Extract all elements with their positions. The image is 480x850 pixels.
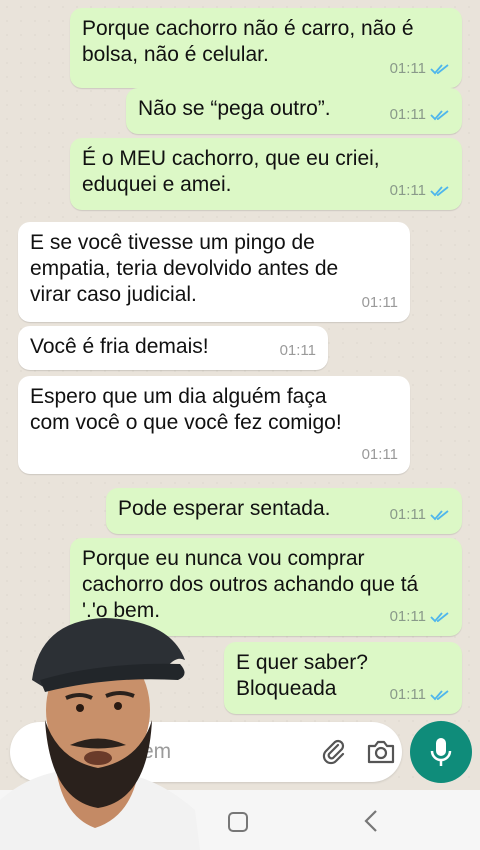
message-text: É o MEU cachorro, que eu criei, eduquei … — [82, 147, 380, 196]
message-bubble-incoming[interactable]: E se você tivesse um pingo de empatia, t… — [18, 222, 410, 322]
message-time: 01:11 — [389, 686, 426, 703]
message-meta: 01:11 — [390, 178, 450, 204]
message-bubble-outgoing[interactable]: Pode esperar sentada. 01:11 — [106, 488, 462, 534]
message-meta: 01:11 — [362, 290, 398, 316]
double-check-icon — [430, 186, 449, 197]
message-meta: 01:11 — [280, 338, 316, 364]
message-time: 01:11 — [389, 182, 426, 199]
double-check-icon — [430, 612, 449, 623]
message-meta: 01:11 — [390, 102, 450, 128]
message-meta: 01:11 — [390, 56, 450, 82]
home-square-icon[interactable] — [228, 812, 248, 832]
double-check-icon — [430, 64, 449, 75]
message-bubble-incoming[interactable]: Espero que um dia alguém faça com você o… — [18, 376, 410, 474]
message-text: E quer saber? Bloqueada — [236, 651, 368, 700]
microphone-icon — [430, 738, 452, 766]
paperclip-icon[interactable] — [320, 738, 348, 766]
microphone-button[interactable] — [410, 721, 472, 783]
message-time: 01:11 — [361, 446, 398, 463]
message-bubble-outgoing[interactable]: É o MEU cachorro, que eu criei, eduquei … — [70, 138, 462, 210]
double-check-icon — [430, 110, 449, 121]
message-text: E se você tivesse um pingo de empatia, t… — [30, 231, 339, 306]
message-time: 01:11 — [389, 106, 426, 123]
message-time: 01:11 — [389, 60, 426, 77]
message-text: Não se “pega outro”. — [138, 97, 331, 120]
message-bubble-outgoing[interactable]: E quer saber? Bloqueada 01:11 — [224, 642, 462, 714]
message-bubble-incoming[interactable]: Você é fria demais! 01:11 — [18, 326, 328, 370]
double-check-icon — [430, 510, 449, 521]
message-time: 01:11 — [389, 608, 426, 625]
back-chevron-icon[interactable] — [360, 808, 384, 834]
message-time: 01:11 — [279, 342, 316, 359]
message-meta: 01:11 — [362, 442, 398, 468]
message-meta: 01:11 — [390, 682, 450, 708]
message-meta: 01:11 — [390, 604, 450, 630]
message-bubble-outgoing[interactable]: Porque cachorro não é carro, não é bolsa… — [70, 8, 462, 88]
message-time: 01:11 — [361, 294, 398, 311]
message-text: Pode esperar sentada. — [118, 497, 331, 520]
camera-icon[interactable] — [366, 738, 396, 766]
message-bubble-outgoing[interactable]: Não se “pega outro”. 01:11 — [126, 88, 462, 134]
message-text: Espero que um dia alguém faça com você o… — [30, 385, 342, 434]
message-time: 01:11 — [389, 506, 426, 523]
message-text: Você é fria demais! — [30, 335, 209, 358]
message-text: Porque cachorro não é carro, não é bolsa… — [82, 17, 414, 66]
message-meta: 01:11 — [390, 502, 450, 528]
double-check-icon — [430, 690, 449, 701]
person-overlay-image — [0, 618, 200, 850]
